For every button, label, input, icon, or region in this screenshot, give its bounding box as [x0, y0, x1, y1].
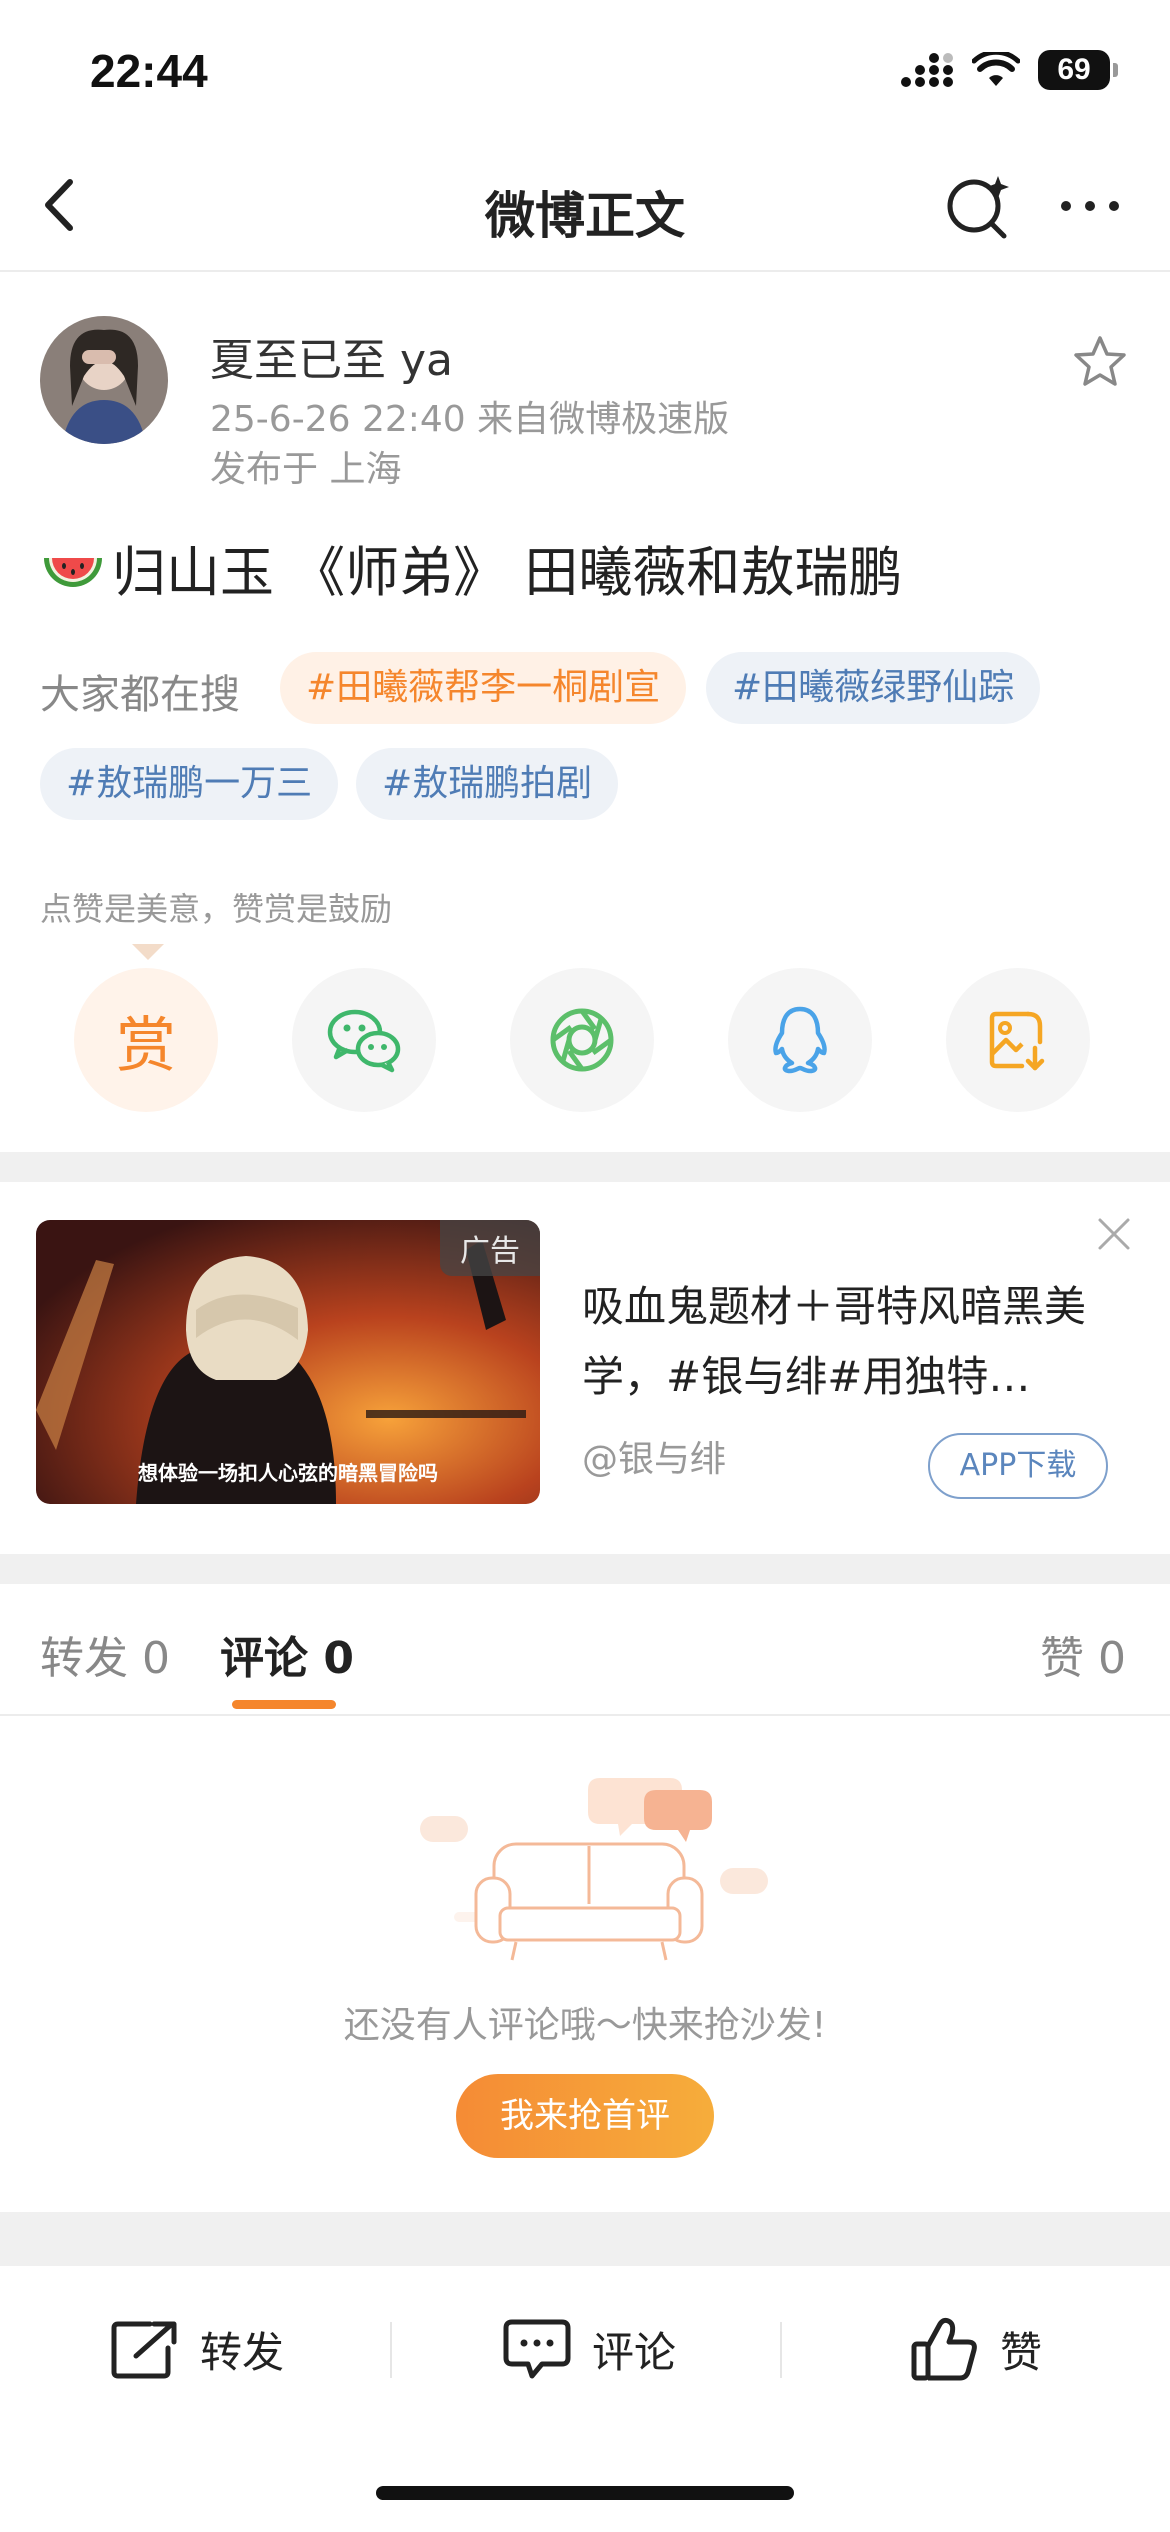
repost-icon [111, 2321, 177, 2379]
app-download-button[interactable]: APP下载 [928, 1433, 1108, 1499]
ad-image[interactable]: 广告 想体验一场扣人心弦的暗黑冒险吗 [36, 1220, 540, 1504]
bottom-separator [780, 2322, 782, 2378]
ad-image-caption: 想体验一场扣人心弦的暗黑冒险吗 [138, 1461, 438, 1485]
nav-bar: 微博正文 [0, 140, 1170, 272]
comment-icon [503, 2319, 571, 2379]
ad-title[interactable]: 吸血鬼题材＋哥特风暗黑美学，#银与绯#用独特… [582, 1272, 1112, 1412]
share-wechat-button[interactable] [292, 968, 436, 1112]
like-label: 赞 [1000, 2327, 1043, 2377]
status-bar: 22:44 69 [0, 0, 1170, 140]
favorite-star-icon[interactable] [1070, 332, 1130, 392]
bottom-action-bar: 转发 评论 赞 [0, 2266, 1170, 2532]
reward-label: 赏 [116, 1010, 176, 1081]
empty-comments-text: 还没有人评论哦～快来抢沙发! [343, 2005, 827, 2046]
close-icon[interactable] [1094, 1214, 1134, 1254]
comment-button[interactable]: 评论 [502, 2306, 676, 2392]
post-header: 夏至已至 ya 25-6-26 22:40 来自微博极速版 发布于 上海 [0, 272, 1170, 512]
hot-search-tag[interactable]: #田曦薇帮李一桐剧宣 [280, 652, 687, 724]
tab-indicator [232, 1700, 336, 1709]
wifi-icon [972, 52, 1020, 86]
moments-icon [550, 1008, 614, 1072]
avatar[interactable] [40, 316, 168, 444]
reward-hint: 点赞是美意，赞赏是鼓励 [40, 890, 393, 928]
share-moments-button[interactable] [510, 968, 654, 1112]
hot-search-label: 大家都在搜 [40, 672, 240, 718]
status-icons: 69 [900, 50, 1118, 90]
comment-label: 评论 [592, 2327, 677, 2377]
cellular-signal-icon [901, 53, 953, 87]
interaction-tabs: 转发 0 评论 0 赞 0 [0, 1584, 1170, 1716]
watermelon-emoji-icon [44, 557, 102, 587]
tab-repost[interactable]: 转发 0 [40, 1622, 170, 1686]
ad-badge: 广告 [440, 1220, 540, 1276]
save-image-button[interactable] [946, 968, 1090, 1112]
reward-pointer [132, 944, 164, 960]
tab-comment[interactable]: 评论 0 [220, 1622, 354, 1686]
share-row: 赏 [0, 968, 1170, 1118]
section-divider [0, 1152, 1170, 1182]
save-image-icon [989, 1011, 1045, 1071]
status-time: 22:44 [90, 45, 208, 97]
post-text-content: 归山玉 《师弟》 田曦薇和敖瑞鹏 [112, 541, 903, 604]
ad-source[interactable]: @银与绯 [582, 1430, 726, 1482]
first-comment-button[interactable]: 我来抢首评 [456, 2074, 714, 2158]
reward-button[interactable]: 赏 [74, 968, 218, 1112]
hot-search-tag[interactable]: #田曦薇绿野仙踪 [706, 652, 1041, 724]
repost-label: 转发 [200, 2327, 285, 2377]
section-divider [0, 1554, 1170, 1584]
hot-search-tag[interactable]: #敖瑞鹏一万三 [40, 748, 339, 820]
post-text: 归山玉 《师弟》 田曦薇和敖瑞鹏 [40, 528, 902, 607]
bottom-separator [390, 2322, 392, 2378]
share-qq-button[interactable] [728, 968, 872, 1112]
home-indicator[interactable] [376, 2486, 794, 2500]
post-location: 发布于 上海 [210, 449, 402, 490]
section-divider [0, 2212, 1170, 2266]
thumbs-up-icon [911, 2317, 977, 2381]
repost-button[interactable]: 转发 [110, 2306, 284, 2392]
wechat-icon [327, 1009, 401, 1073]
tab-like[interactable]: 赞 0 [1040, 1622, 1126, 1686]
ad-card[interactable]: 广告 想体验一场扣人心弦的暗黑冒险吗 吸血鬼题材＋哥特风暗黑美学，#银与绯#用独… [0, 1180, 1170, 1560]
like-button[interactable]: 赞 [910, 2306, 1042, 2392]
more-icon[interactable] [1052, 168, 1128, 244]
empty-sofa-illustration [420, 1778, 768, 1961]
qq-icon [773, 1006, 827, 1074]
hot-search-tag[interactable]: #敖瑞鹏拍剧 [356, 748, 619, 820]
battery-icon: 69 [1038, 50, 1118, 90]
username[interactable]: 夏至已至 ya [210, 324, 453, 388]
search-icon[interactable] [940, 168, 1016, 244]
post-meta: 25-6-26 22:40 来自微博极速版 [210, 399, 730, 440]
